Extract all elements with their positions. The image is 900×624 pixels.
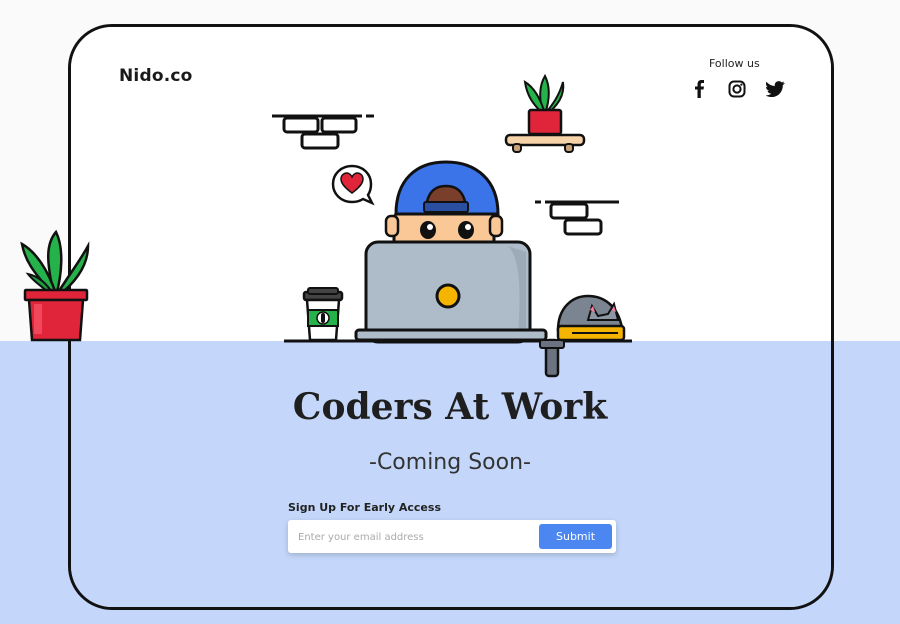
floating-bricks-left bbox=[272, 114, 374, 150]
signup-label: Sign Up For Early Access bbox=[288, 501, 441, 514]
email-input[interactable] bbox=[298, 526, 530, 548]
instagram-icon[interactable] bbox=[726, 78, 748, 100]
page-title: Coders At Work bbox=[292, 386, 608, 428]
potted-plant-illustration bbox=[20, 229, 90, 342]
submit-button[interactable]: Submit bbox=[539, 524, 612, 549]
twitter-icon[interactable] bbox=[764, 78, 786, 100]
signup-form: Submit bbox=[288, 520, 616, 553]
coming-soon-subtitle: -Coming Soon- bbox=[369, 450, 531, 475]
brand-logo[interactable]: Nido.co bbox=[119, 66, 193, 86]
facebook-icon[interactable] bbox=[689, 78, 711, 100]
follow-us-label: Follow us bbox=[709, 57, 760, 70]
shelf-plant-illustration bbox=[504, 74, 586, 153]
coder-illustration bbox=[284, 160, 632, 378]
